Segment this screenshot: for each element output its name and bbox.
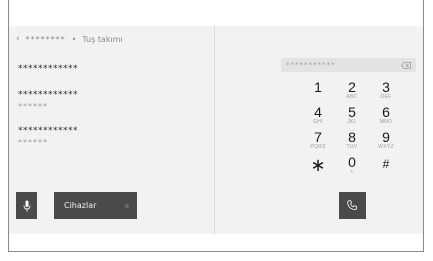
devices-button[interactable]: Cihazlar: [54, 192, 137, 219]
key-digit: 4: [314, 104, 322, 120]
key-letters: ABC: [346, 94, 358, 100]
keypad-key-2[interactable]: 2 ABC: [337, 80, 367, 102]
key-letters: JKL: [347, 119, 357, 125]
breadcrumb-keypad: Tuş takımı: [82, 34, 123, 44]
keypad-key-9[interactable]: 9 WXYZ: [371, 130, 401, 152]
key-digit: 5: [348, 104, 356, 120]
key-letters: DEF: [380, 94, 392, 100]
keypad-key-5[interactable]: 5 JKL: [337, 105, 367, 127]
key-digit: 2: [348, 79, 356, 95]
microphone-button[interactable]: [16, 192, 37, 219]
contact-panel: ‹ ******** • Tuş takımı ************ ***…: [9, 26, 214, 234]
dialer-panel: *********** 1 2 ABC 3 DEF 4 GHI 5 JKL 6 …: [215, 26, 423, 234]
keypad-key-star[interactable]: ∗: [303, 155, 333, 180]
keypad-key-8[interactable]: 8 TUV: [337, 130, 367, 152]
key-letters: MNO: [379, 119, 393, 125]
key-letters: +: [350, 169, 354, 175]
keypad-key-6[interactable]: 6 MNO: [371, 105, 401, 127]
key-digit: 6: [382, 104, 390, 120]
keypad-key-4[interactable]: 4 GHI: [303, 105, 333, 127]
keypad-key-0[interactable]: 0 +: [337, 155, 367, 177]
contact-name: ************: [18, 64, 78, 74]
key-digit: ∗: [310, 155, 326, 175]
key-letters: TUV: [346, 144, 358, 150]
header: ‹ ******** • Tuş takımı: [16, 32, 123, 46]
keypad-key-hash[interactable]: #: [371, 157, 401, 179]
keypad-key-1[interactable]: 1: [303, 80, 333, 102]
breadcrumb-separator: •: [71, 34, 77, 44]
key-letters: GHI: [313, 119, 323, 125]
call-button[interactable]: [339, 192, 366, 219]
contact-title: ********: [25, 34, 66, 44]
key-letters: WXYZ: [378, 144, 394, 150]
chevron-left-icon[interactable]: ‹: [16, 34, 20, 44]
contact-item[interactable]: ************ ******: [18, 90, 78, 111]
key-digit: 1: [314, 79, 322, 95]
backspace-icon[interactable]: [401, 61, 411, 69]
key-digit: 3: [382, 79, 390, 95]
contact-item[interactable]: ************: [18, 64, 78, 75]
dialed-number-field[interactable]: ***********: [281, 58, 416, 72]
key-digit: #: [382, 157, 390, 171]
key-letters: PQRS: [310, 144, 326, 150]
microphone-icon: [23, 200, 30, 211]
dot-icon: [125, 203, 129, 208]
keypad-key-3[interactable]: 3 DEF: [371, 80, 401, 102]
key-digit: 0: [348, 154, 356, 170]
key-digit: 8: [348, 129, 356, 145]
contact-detail: ******: [18, 102, 48, 111]
key-digit: 7: [314, 129, 322, 145]
contact-item[interactable]: ************ ******: [18, 126, 78, 147]
contact-name: ************: [18, 90, 78, 100]
key-digit: 9: [382, 129, 390, 145]
dialed-number: ***********: [286, 61, 336, 69]
devices-label: Cihazlar: [64, 201, 97, 210]
phone-icon: [347, 200, 357, 210]
contact-detail: ******: [18, 138, 48, 147]
contact-name: ************: [18, 126, 78, 136]
phone-screen: ‹ ******** • Tuş takımı ************ ***…: [9, 26, 423, 234]
keypad-key-7[interactable]: 7 PQRS: [303, 130, 333, 152]
